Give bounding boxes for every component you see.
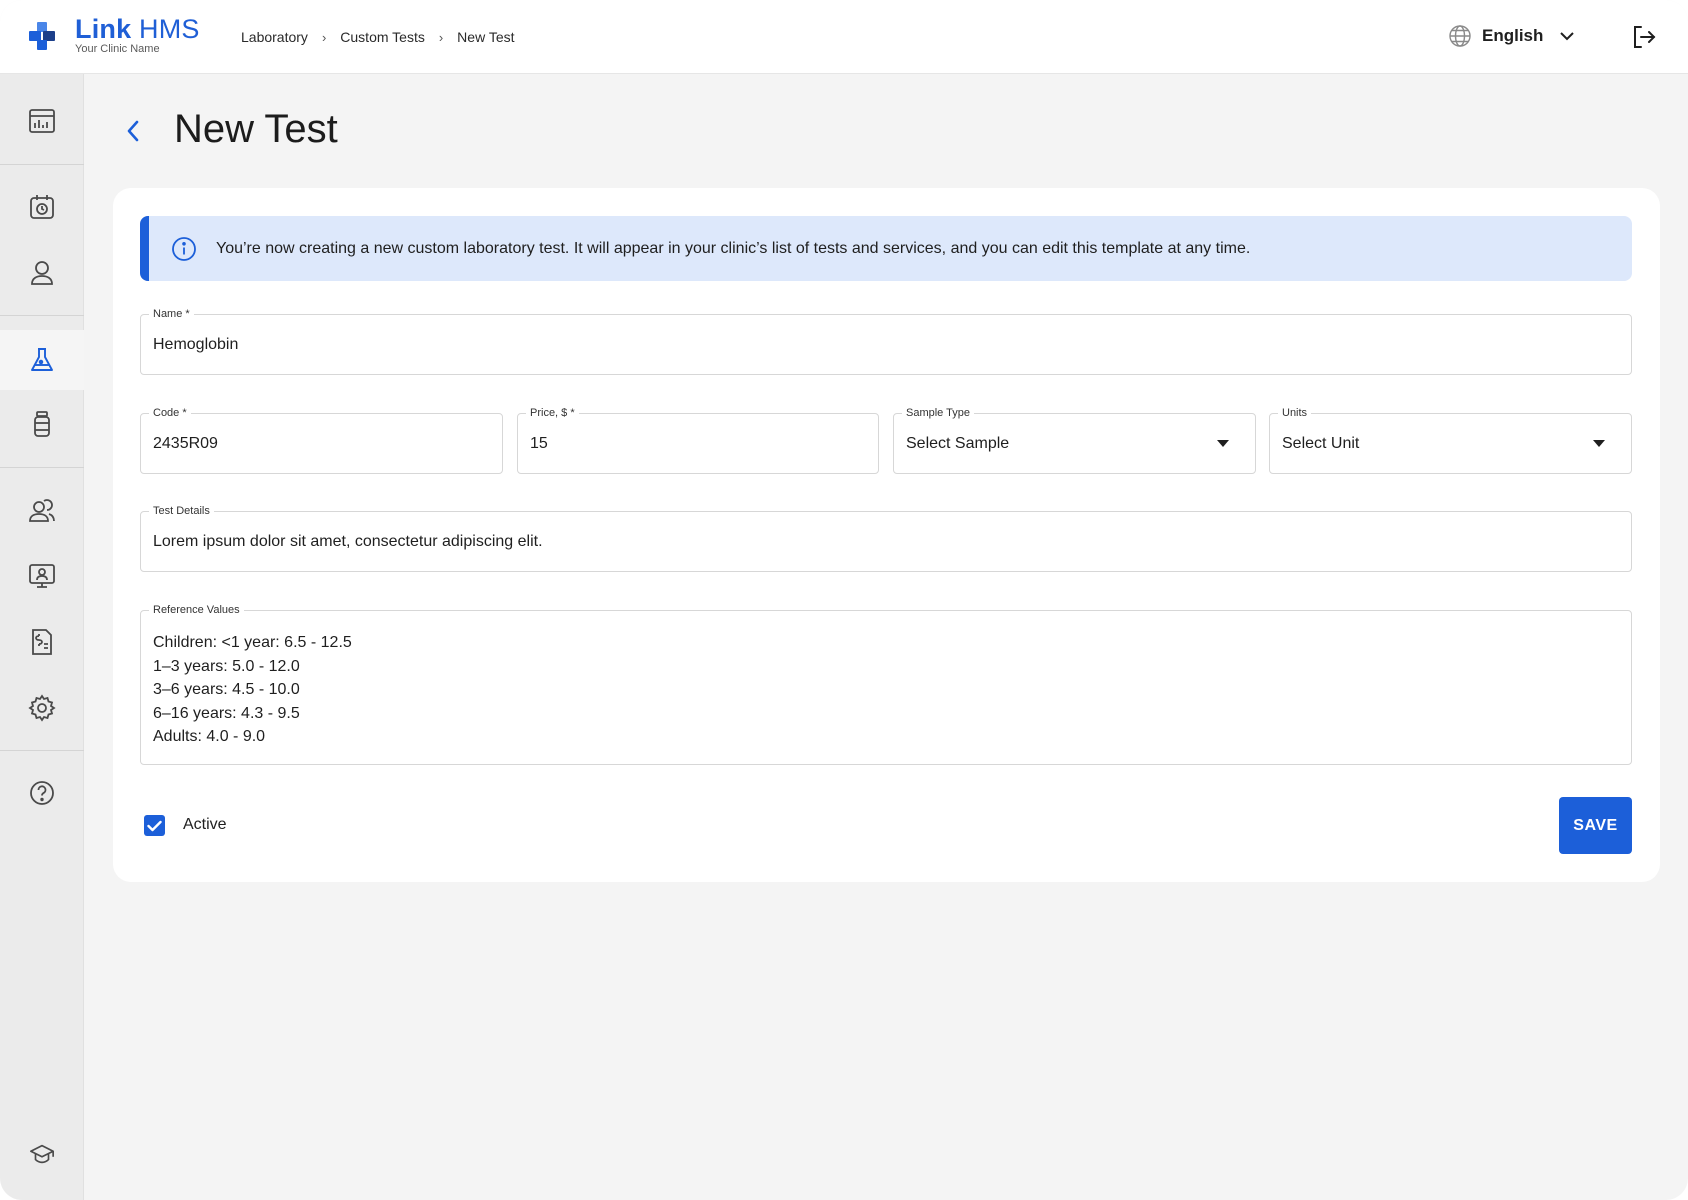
info-banner: You’re now creating a new custom laborat… <box>140 216 1632 281</box>
info-text: You’re now creating a new custom laborat… <box>216 239 1251 257</box>
sidebar-item-education[interactable] <box>0 1124 84 1184</box>
code-value[interactable]: 2435R09 <box>153 434 218 454</box>
billing-icon <box>32 629 52 655</box>
staff-icon <box>29 499 55 522</box>
sidebar-item-staff[interactable] <box>0 480 84 540</box>
units-label: Units <box>1278 406 1312 420</box>
reference-line: 3–6 years: 4.5 - 10.0 <box>153 681 300 698</box>
logout-icon[interactable] <box>1631 24 1657 50</box>
active-label[interactable]: Active <box>183 816 227 834</box>
test-details-label: Test Details <box>149 504 214 518</box>
code-field[interactable]: Code * 2435R09 <box>140 406 503 474</box>
reference-values-field[interactable]: Reference Values Children: <1 year: 6.5 … <box>140 603 1632 765</box>
sidebar-item-settings[interactable] <box>0 678 84 738</box>
code-label: Code * <box>149 406 191 420</box>
settings-icon <box>28 694 56 722</box>
chevron-down-icon <box>1560 32 1575 41</box>
breadcrumb-separator-icon: › <box>321 29 327 45</box>
appointments-icon <box>30 195 54 219</box>
dropdown-caret-icon <box>1593 440 1605 447</box>
sidebar-item-dashboard[interactable] <box>0 91 84 151</box>
sidebar-divider <box>0 164 84 165</box>
price-value[interactable]: 15 <box>530 434 548 454</box>
breadcrumb-current: New Test <box>457 29 515 45</box>
sidebar-divider <box>0 467 84 468</box>
sidebar-divider <box>0 315 84 316</box>
telemedicine-icon <box>29 564 55 588</box>
reference-values-label: Reference Values <box>149 603 244 617</box>
name-value[interactable]: Hemoglobin <box>153 335 238 355</box>
back-arrow-icon[interactable] <box>123 117 143 145</box>
brand-name: Link HMS <box>75 14 200 44</box>
top-header: Link HMS Your Clinic Name Laboratory › C… <box>0 0 1688 74</box>
name-label: Name * <box>149 307 194 321</box>
reference-line: Children: <1 year: 6.5 - 12.5 <box>153 634 352 651</box>
test-details-field[interactable]: Test Details Lorem ipsum dolor sit amet,… <box>140 504 1632 572</box>
education-icon <box>30 1144 54 1164</box>
units-value: Select Unit <box>1282 435 1360 452</box>
pharmacy-icon <box>34 411 50 437</box>
sidebar-divider <box>0 750 84 751</box>
breadcrumb-custom-tests[interactable]: Custom Tests <box>340 29 425 45</box>
price-field[interactable]: Price, $ * 15 <box>517 406 879 474</box>
clinic-name: Your Clinic Name <box>75 43 160 55</box>
dashboard-icon <box>29 109 55 133</box>
logo-icon <box>29 22 55 50</box>
page-title: New Test <box>174 107 338 151</box>
breadcrumb-separator-icon: › <box>438 29 444 45</box>
save-button[interactable]: SAVE <box>1559 797 1632 854</box>
checkmark-icon <box>147 820 162 831</box>
breadcrumb: Laboratory › Custom Tests › New Test <box>241 28 515 46</box>
sidebar-item-patients[interactable] <box>0 243 84 303</box>
sidebar <box>0 74 84 1200</box>
reference-values-text[interactable]: Children: <1 year: 6.5 - 12.5 1–3 years:… <box>153 631 352 749</box>
patients-icon <box>31 261 53 285</box>
laboratory-icon <box>31 348 53 371</box>
app-frame: Link HMS Your Clinic Name Laboratory › C… <box>0 0 1688 1200</box>
sidebar-item-laboratory[interactable] <box>0 330 84 390</box>
sample-type-select[interactable]: Sample Type Select Sample <box>893 406 1256 474</box>
active-checkbox[interactable] <box>144 815 165 836</box>
sample-type-value: Select Sample <box>906 435 1010 452</box>
globe-icon <box>1449 25 1471 47</box>
sample-type-label: Sample Type <box>902 406 975 420</box>
reference-line: Adults: 4.0 - 9.0 <box>153 728 266 745</box>
reference-line: 1–3 years: 5.0 - 12.0 <box>153 657 300 675</box>
dropdown-caret-icon <box>1217 440 1229 447</box>
info-icon <box>171 236 197 262</box>
brand[interactable]: Link HMS Your Clinic Name <box>75 14 200 55</box>
breadcrumb-laboratory[interactable]: Laboratory <box>241 29 308 45</box>
language-label: English <box>1482 26 1544 45</box>
test-details-value[interactable]: Lorem ipsum dolor sit amet, consectetur … <box>153 532 543 552</box>
units-select[interactable]: Units Select Unit <box>1269 406 1632 474</box>
help-icon <box>30 781 54 805</box>
reference-line: 6–16 years: 4.3 - 9.5 <box>153 704 300 722</box>
sidebar-item-pharmacy[interactable] <box>0 394 84 454</box>
name-field[interactable]: Name * Hemoglobin <box>140 307 1632 375</box>
sidebar-item-help[interactable] <box>0 763 84 823</box>
sidebar-item-billing[interactable] <box>0 612 84 672</box>
sidebar-item-telemedicine[interactable] <box>0 546 84 606</box>
sidebar-item-appointments[interactable] <box>0 177 84 237</box>
price-label: Price, $ * <box>526 406 579 420</box>
language-selector[interactable]: English <box>1448 24 1575 48</box>
